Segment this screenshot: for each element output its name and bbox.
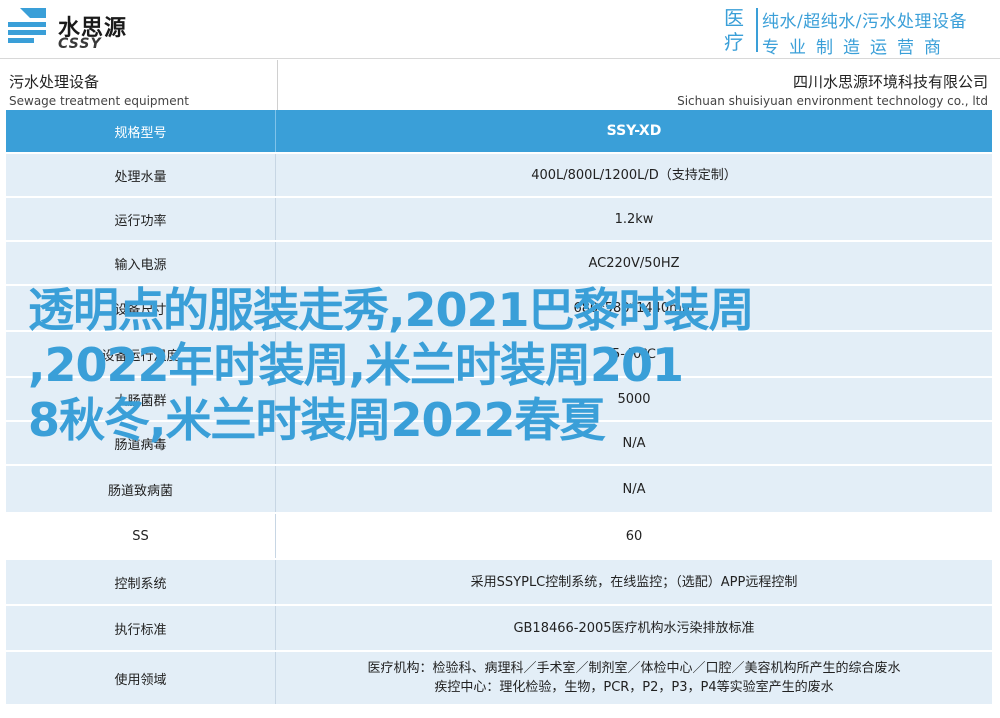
spec-value: 1.2kw [614,211,654,227]
spec-key: 处理水量 [6,154,276,196]
spec-key: 输入电源 [6,242,276,284]
spec-value: N/A [622,481,646,497]
table-row: 肠道致病菌 N/A [6,466,992,514]
spec-value: AC220V/50HZ [588,255,680,271]
spec-value-multiline: 医疗机构：检验科、病理科／手术室／制剂室／体检中心／口腔／美容机构所产生的综合废… [276,659,992,697]
logo-text-en: CSSY [58,36,102,52]
spec-value: 采用SSYPLC控制系统，在线监控；（选配）APP远程控制 [470,574,798,590]
table-row: SS 60 [6,514,992,560]
spec-key: SS [6,514,276,558]
subheader-divider [277,60,278,110]
spec-key: 使用领域 [6,652,276,704]
spec-key: 控制系统 [6,560,276,604]
slogan-line-1: 纯水/超纯水/污水处理设备 [762,12,967,32]
table-row: 使用领域 医疗机构：检验科、病理科／手术室／制剂室／体检中心／口腔／美容机构所产… [6,652,992,706]
table-row: 处理水量 400L/800L/1200L/D（支持定制） [6,154,992,198]
table-row: 控制系统 采用SSYPLC控制系统，在线监控；（选配）APP远程控制 [6,560,992,606]
spec-value: 60 [625,528,643,544]
product-category-cn: 污水处理设备 [9,73,100,91]
badge-divider [756,8,758,52]
logo-emblem-icon [8,8,46,43]
spec-key: 规格型号 [6,110,276,152]
table-row: 输入电源 AC220V/50HZ [6,242,992,286]
table-row: 运行功率 1.2kw [6,198,992,242]
spec-value: 400L/800L/1200L/D（支持定制） [531,167,737,183]
spec-key: 运行功率 [6,198,276,240]
company-name-cn: 四川水思源环境科技有限公司 [792,73,988,91]
spec-key: 肠道致病菌 [6,466,276,512]
spec-table-header: 规格型号 SSY-XD [6,110,992,154]
table-row: 执行标准 GB18466-2005医疗机构水污染排放标准 [6,606,992,652]
header-divider [0,58,1000,59]
product-category-en: Sewage treatment equipment [9,94,189,108]
overlay-caption: 透明点的服装走秀,2021巴黎时装周 ,2022年时装周,米兰时装周201 8秋… [28,283,755,447]
slogan-line-2: 专业制造运营商 [762,38,951,58]
spec-value-line-1: 医疗机构：检验科、病理科／手术室／制剂室／体检中心／口腔／美容机构所产生的综合废… [367,661,901,676]
company-logo: 水思源 CSSY [6,4,146,54]
spec-value-line-2: 疾控中心：理化检验，生物，PCR，P2，P3，P4等实验室产生的废水 [434,680,834,695]
spec-key: 执行标准 [6,606,276,650]
spec-value: GB18466-2005医疗机构水污染排放标准 [513,620,755,636]
company-name-en: Sichuan shuisiyuan environment technolog… [677,94,988,108]
spec-value: SSY-XD [606,122,662,139]
category-badge: 医疗 [724,6,744,54]
